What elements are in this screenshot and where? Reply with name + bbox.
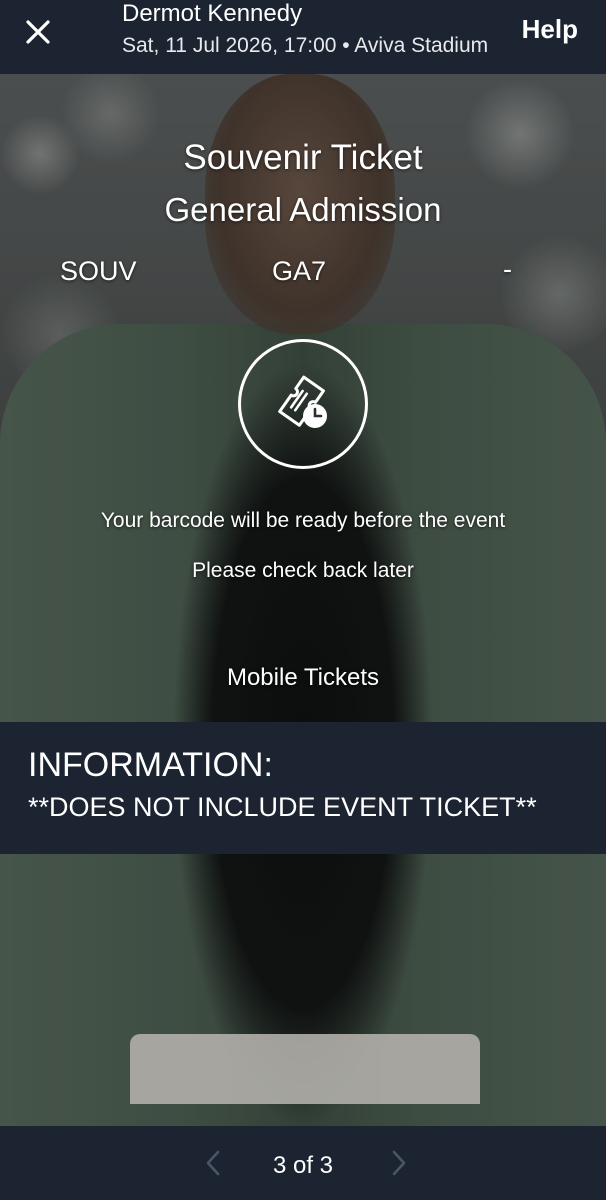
ticket-card: Souvenir Ticket General Admission SOUV G… xyxy=(0,74,606,1126)
help-button[interactable]: Help xyxy=(522,14,578,45)
information-text: **DOES NOT INCLUDE EVENT TICKET** xyxy=(28,792,537,822)
delivery-method: Mobile Tickets xyxy=(226,664,380,691)
row-value: GA7 xyxy=(272,256,327,286)
ticket-type: Souvenir Ticket xyxy=(183,138,423,177)
close-button[interactable] xyxy=(18,12,58,52)
barcode-pending-indicator xyxy=(238,339,368,469)
top-bar: Dermot Kennedy Sat, 11 Jul 2026, 17:00 •… xyxy=(0,0,606,74)
information-panel: INFORMATION: **DOES NOT INCLUDE EVENT TI… xyxy=(0,722,606,854)
chevron-right-icon xyxy=(392,1150,406,1176)
information-heading: INFORMATION: xyxy=(28,746,273,784)
close-icon xyxy=(26,20,50,44)
section-value: SOUV xyxy=(60,256,137,286)
admission-type: General Admission xyxy=(164,191,442,228)
page-indicator: 3 of 3 xyxy=(272,1152,334,1179)
pagination-bar: 3 of 3 xyxy=(0,1126,606,1200)
barcode-message: Your barcode will be ready before the ev… xyxy=(100,509,506,532)
ticket-clock-icon xyxy=(278,375,327,428)
next-ticket-button[interactable] xyxy=(384,1148,412,1178)
event-date-venue: Sat, 11 Jul 2026, 17:00 • Aviva Stadium xyxy=(122,34,488,57)
check-back-message: Please check back later xyxy=(192,559,414,582)
seat-value: - xyxy=(503,254,512,284)
event-title: Dermot Kennedy xyxy=(122,0,303,27)
